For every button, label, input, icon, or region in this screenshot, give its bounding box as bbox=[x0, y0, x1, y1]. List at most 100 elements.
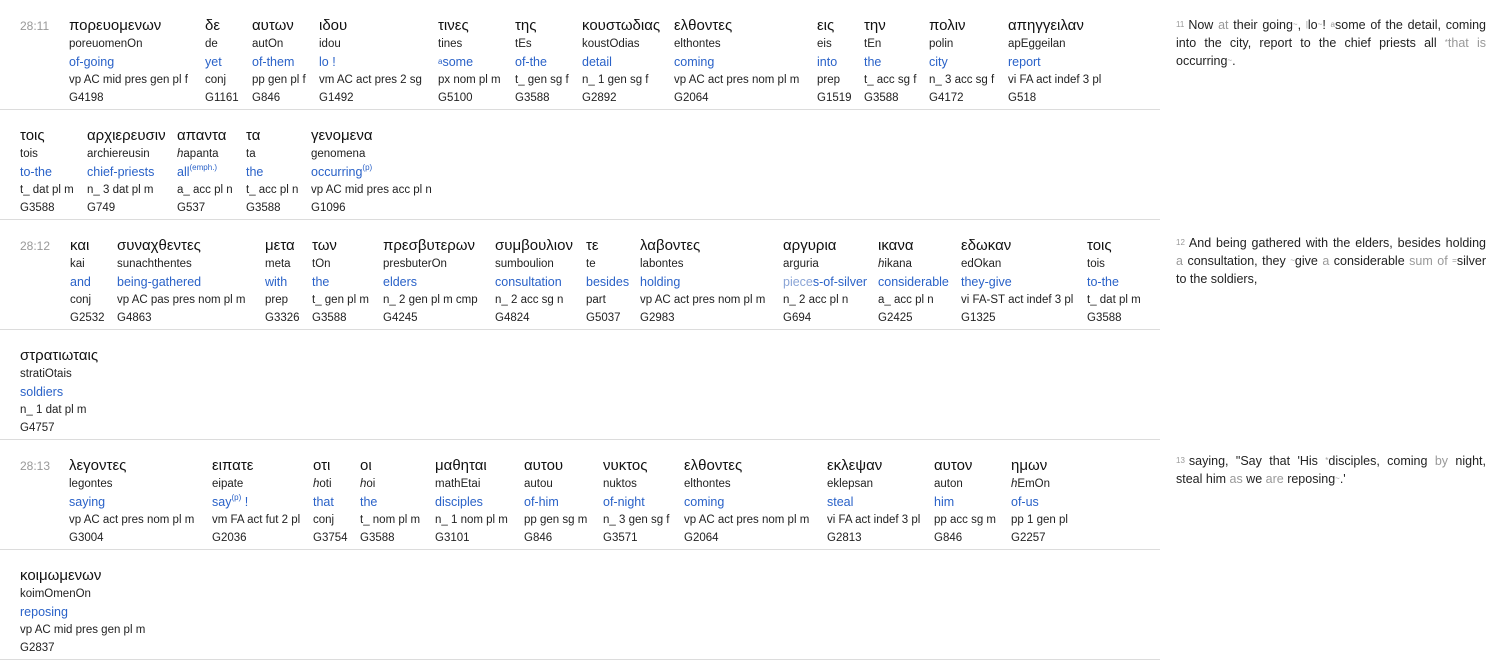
word-cell[interactable]: οι hoi the t_ nom pl m G3588 bbox=[360, 456, 420, 547]
word-cell[interactable]: τοις tois to-the t_ dat pl m G3588 bbox=[1087, 236, 1141, 327]
english-gloss[interactable]: of-them bbox=[252, 53, 306, 71]
english-gloss[interactable]: they-give bbox=[961, 273, 1073, 291]
greek-word[interactable]: αυτων bbox=[252, 16, 306, 35]
english-gloss[interactable]: consultation bbox=[495, 273, 573, 291]
greek-word[interactable]: και bbox=[70, 236, 105, 255]
word-cell[interactable]: συναχθεντες sunachthentes being-gathered vp… bbox=[117, 236, 245, 327]
english-gloss[interactable]: pieces-of-silver bbox=[783, 273, 867, 291]
strongs-number[interactable]: G2532 bbox=[70, 309, 105, 327]
english-gloss[interactable]: occurring(p) bbox=[311, 163, 432, 181]
strongs-number[interactable]: G2892 bbox=[582, 89, 660, 107]
word-cell[interactable]: κουστωδιας koustOdias detail n_ 1 gen sg f G… bbox=[582, 16, 660, 107]
strongs-number[interactable]: G694 bbox=[783, 309, 867, 327]
strongs-number[interactable]: G2036 bbox=[212, 529, 300, 547]
strongs-number[interactable]: G2837 bbox=[20, 639, 145, 657]
greek-word[interactable]: αυτον bbox=[934, 456, 996, 475]
english-gloss[interactable]: of-us bbox=[1011, 493, 1068, 511]
english-gloss[interactable]: considerable bbox=[878, 273, 949, 291]
strongs-number[interactable]: G3326 bbox=[265, 309, 300, 327]
english-gloss[interactable]: with bbox=[265, 273, 300, 291]
english-gloss[interactable]: the bbox=[864, 53, 916, 71]
greek-word[interactable]: την bbox=[864, 16, 916, 35]
english-gloss[interactable]: elders bbox=[383, 273, 478, 291]
word-cell[interactable]: οτι hoti that conj G3754 bbox=[313, 456, 348, 547]
word-cell[interactable]: αρχιερευσιν archiereusin chief-priests n_ 3… bbox=[87, 126, 166, 217]
greek-word[interactable]: δε bbox=[205, 16, 239, 35]
strongs-number[interactable]: G3588 bbox=[312, 309, 369, 327]
strongs-number[interactable]: G4757 bbox=[20, 419, 98, 437]
greek-word[interactable]: νυκτος bbox=[603, 456, 670, 475]
english-gloss[interactable]: all(emph.) bbox=[177, 163, 233, 181]
strongs-number[interactable]: G3101 bbox=[435, 529, 508, 547]
word-cell[interactable]: στρατιωταις stratiOtais soldiers n_ 1 dat p… bbox=[20, 346, 98, 437]
english-gloss[interactable]: holding bbox=[640, 273, 765, 291]
word-cell[interactable]: λαβοντες labontes holding vp AC act pres no… bbox=[640, 236, 765, 327]
word-cell[interactable]: ιδου idou lo ! vm AC act pres 2 sg G1492 bbox=[319, 16, 422, 107]
strongs-number[interactable]: G2425 bbox=[878, 309, 949, 327]
greek-word[interactable]: συμβουλιον bbox=[495, 236, 573, 255]
english-gloss[interactable]: soldiers bbox=[20, 383, 98, 401]
greek-word[interactable]: στρατιωταις bbox=[20, 346, 98, 365]
word-cell[interactable]: απαντα hapanta all(emph.) a_ acc pl n G537 bbox=[177, 126, 233, 217]
greek-word[interactable]: τινες bbox=[438, 16, 501, 35]
english-gloss[interactable]: yet bbox=[205, 53, 239, 71]
strongs-number[interactable]: G2064 bbox=[674, 89, 799, 107]
english-gloss[interactable]: report bbox=[1008, 53, 1101, 71]
english-gloss[interactable]: of-the bbox=[515, 53, 569, 71]
english-gloss[interactable]: steal bbox=[827, 493, 920, 511]
english-gloss[interactable]: being-gathered bbox=[117, 273, 245, 291]
english-gloss[interactable]: city bbox=[929, 53, 994, 71]
greek-word[interactable]: εκλεψαν bbox=[827, 456, 920, 475]
strongs-number[interactable]: G518 bbox=[1008, 89, 1101, 107]
word-cell[interactable]: ελθοντες elthontes coming vp AC act pres no… bbox=[674, 16, 799, 107]
strongs-number[interactable]: G3588 bbox=[864, 89, 916, 107]
greek-word[interactable]: τε bbox=[586, 236, 629, 255]
greek-word[interactable]: απαντα bbox=[177, 126, 233, 145]
strongs-number[interactable]: G1161 bbox=[205, 89, 239, 107]
greek-word[interactable]: των bbox=[312, 236, 369, 255]
strongs-number[interactable]: G2813 bbox=[827, 529, 920, 547]
verse-reference[interactable]: 28:12 bbox=[20, 239, 50, 253]
word-cell[interactable]: πορευομενων poreuomenOn of-going vp AC mid … bbox=[69, 16, 188, 107]
english-gloss[interactable]: of-going bbox=[69, 53, 188, 71]
word-cell[interactable]: εις eis into prep G1519 bbox=[817, 16, 852, 107]
english-gloss[interactable]: of-night bbox=[603, 493, 670, 511]
word-cell[interactable]: ημων hEmOn of-us pp 1 gen pl G2257 bbox=[1011, 456, 1068, 547]
strongs-number[interactable]: G537 bbox=[177, 199, 233, 217]
verse-reference[interactable]: 28:11 bbox=[20, 19, 49, 33]
greek-word[interactable]: λεγοντες bbox=[69, 456, 194, 475]
verse-reference[interactable]: 28:13 bbox=[20, 459, 50, 473]
word-cell[interactable]: απηγγειλαν apEggeilan report vi FA act inde… bbox=[1008, 16, 1101, 107]
english-gloss[interactable]: him bbox=[934, 493, 996, 511]
strongs-number[interactable]: G2064 bbox=[684, 529, 809, 547]
word-cell[interactable]: ειπατε eipate say(p) ! vm FA act fut 2 pl G2… bbox=[212, 456, 300, 547]
strongs-number[interactable]: G2257 bbox=[1011, 529, 1068, 547]
english-gloss[interactable]: detail bbox=[582, 53, 660, 71]
english-gloss[interactable]: to-the bbox=[1087, 273, 1141, 291]
greek-word[interactable]: μαθηται bbox=[435, 456, 508, 475]
english-gloss[interactable]: and bbox=[70, 273, 105, 291]
strongs-number[interactable]: G846 bbox=[934, 529, 996, 547]
greek-word[interactable]: αυτου bbox=[524, 456, 587, 475]
english-gloss[interactable]: reposing bbox=[20, 603, 145, 621]
word-cell[interactable]: τινες tines asome px nom pl m G5100 bbox=[438, 16, 501, 107]
strongs-number[interactable]: G3588 bbox=[515, 89, 569, 107]
greek-word[interactable]: ειπατε bbox=[212, 456, 300, 475]
greek-word[interactable]: πορευομενων bbox=[69, 16, 188, 35]
verse-number[interactable]: 13 bbox=[1176, 456, 1185, 465]
english-gloss[interactable]: the bbox=[360, 493, 420, 511]
strongs-number[interactable]: G2983 bbox=[640, 309, 765, 327]
word-cell[interactable]: και kai and conj G2532 bbox=[70, 236, 105, 327]
english-gloss[interactable]: into bbox=[817, 53, 852, 71]
greek-word[interactable]: συναχθεντες bbox=[117, 236, 245, 255]
greek-word[interactable]: κοιμωμενων bbox=[20, 566, 145, 585]
strongs-number[interactable]: G4863 bbox=[117, 309, 245, 327]
strongs-number[interactable]: G3588 bbox=[1087, 309, 1141, 327]
strongs-number[interactable]: G4172 bbox=[929, 89, 994, 107]
word-cell[interactable]: γενομενα genomena occurring(p) vp AC mid pr… bbox=[311, 126, 432, 217]
strongs-number[interactable]: G846 bbox=[524, 529, 587, 547]
english-gloss[interactable]: that bbox=[313, 493, 348, 511]
strongs-number[interactable]: G3004 bbox=[69, 529, 194, 547]
strongs-number[interactable]: G3571 bbox=[603, 529, 670, 547]
word-cell[interactable]: εδωκαν edOkan they-give vi FA-ST act indef … bbox=[961, 236, 1073, 327]
